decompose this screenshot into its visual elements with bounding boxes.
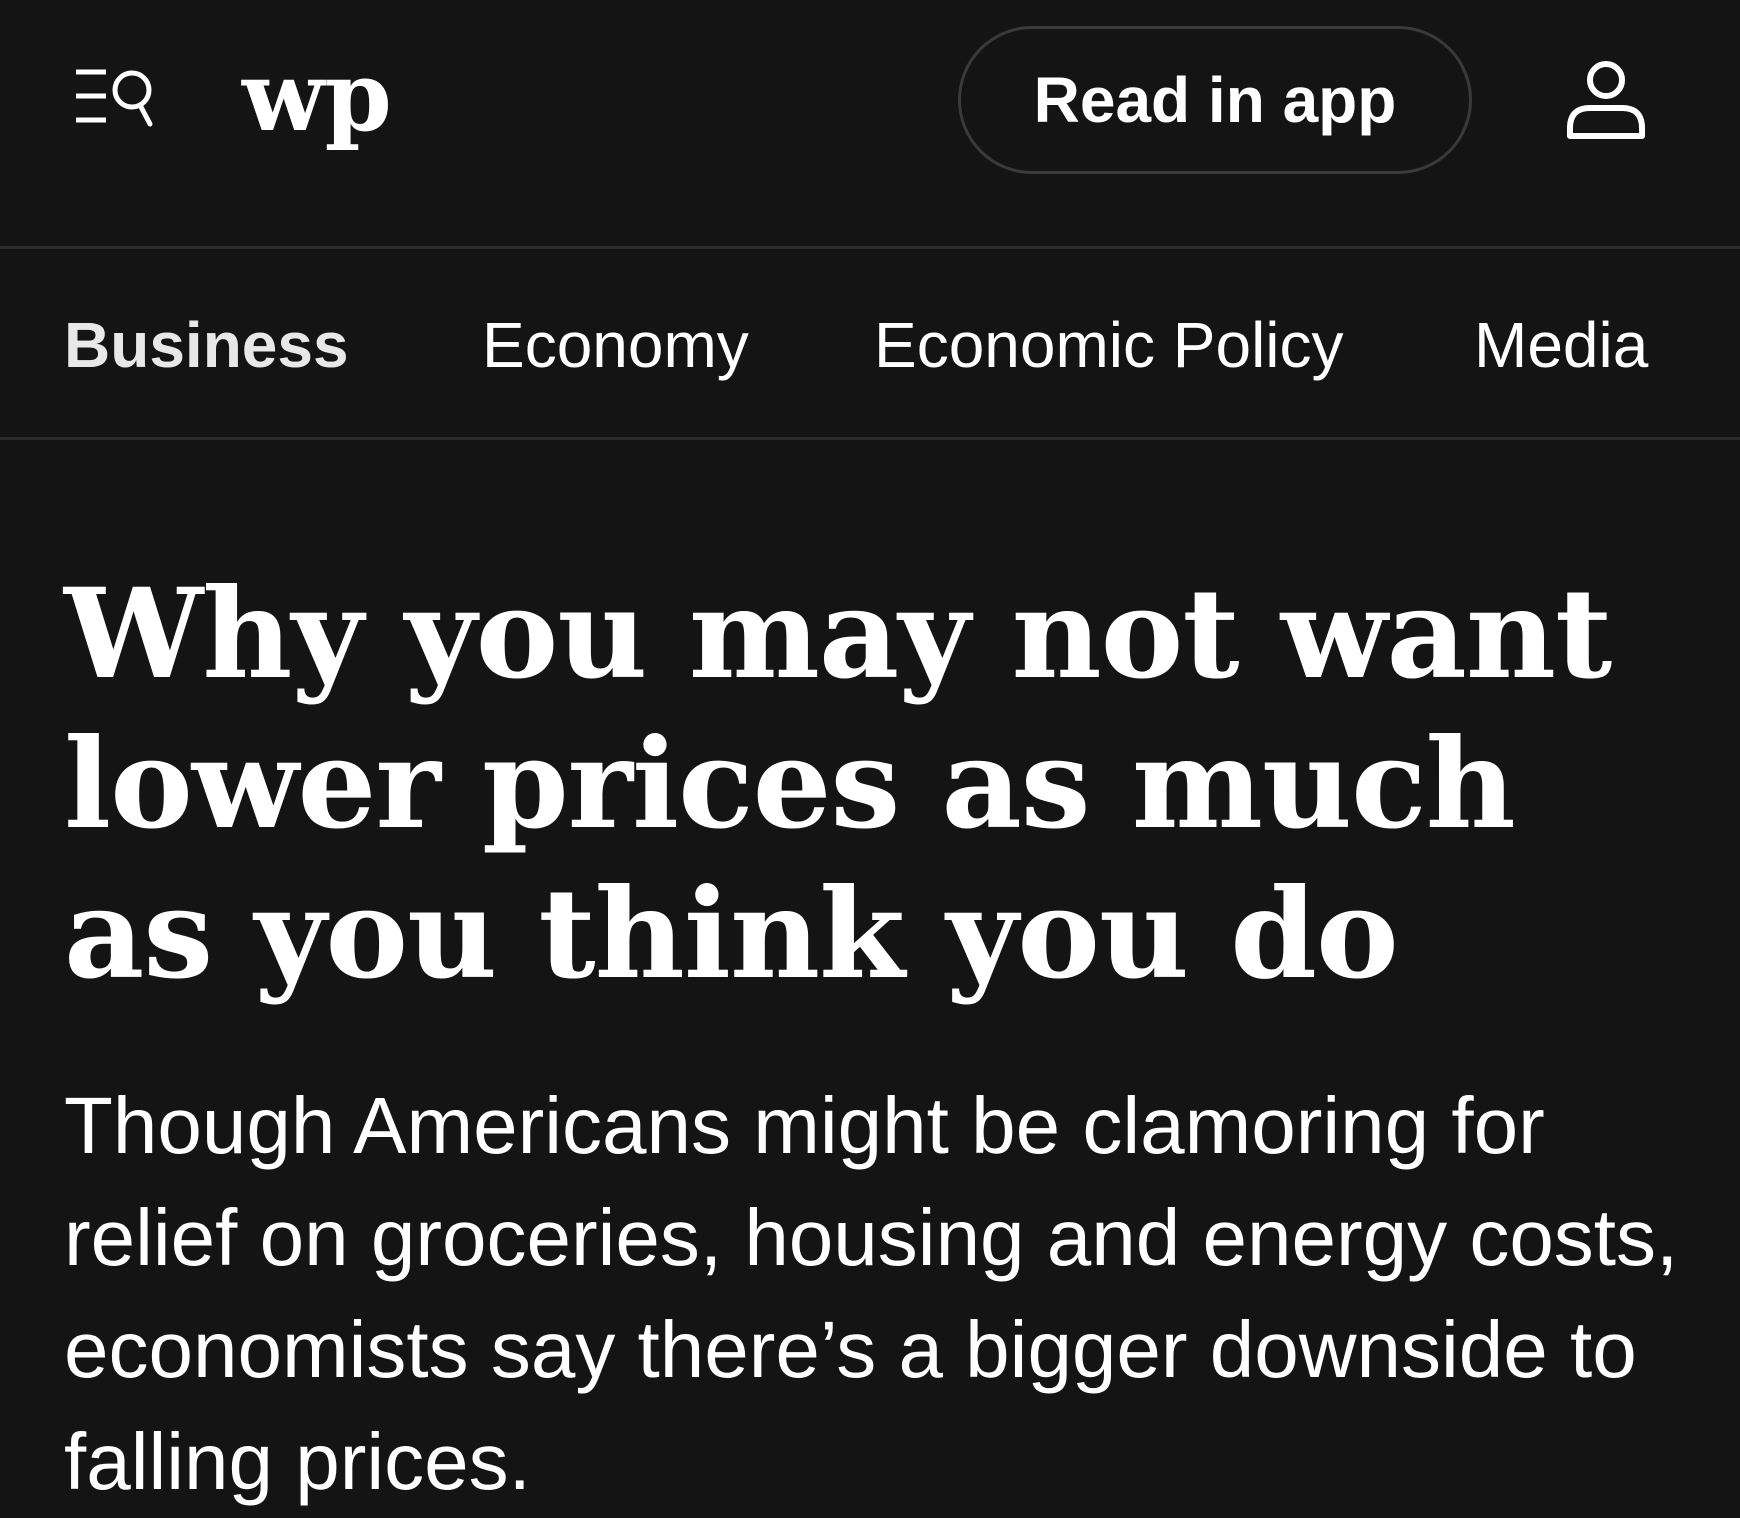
nav-item-media[interactable]: Media — [1474, 313, 1648, 377]
article-headline: Why you may not want lower prices as muc… — [64, 562, 1612, 1007]
account-icon[interactable] — [1564, 58, 1648, 142]
article-dek: Though Americans might be clamoring for … — [64, 1081, 1679, 1506]
nav-item-economic-policy[interactable]: Economic Policy — [874, 313, 1344, 377]
nav-item-economy[interactable]: Economy — [482, 313, 749, 377]
menu-search-icon[interactable] — [72, 62, 158, 134]
nav-item-business[interactable]: Business — [64, 313, 349, 377]
site-header: wp Read in app — [0, 0, 1740, 249]
section-nav: Business Economy Economic Policy Media — [0, 249, 1740, 440]
wp-logo-icon[interactable]: wp — [240, 38, 400, 168]
svg-text:wp: wp — [241, 40, 392, 153]
read-in-app-button[interactable]: Read in app — [958, 26, 1472, 174]
